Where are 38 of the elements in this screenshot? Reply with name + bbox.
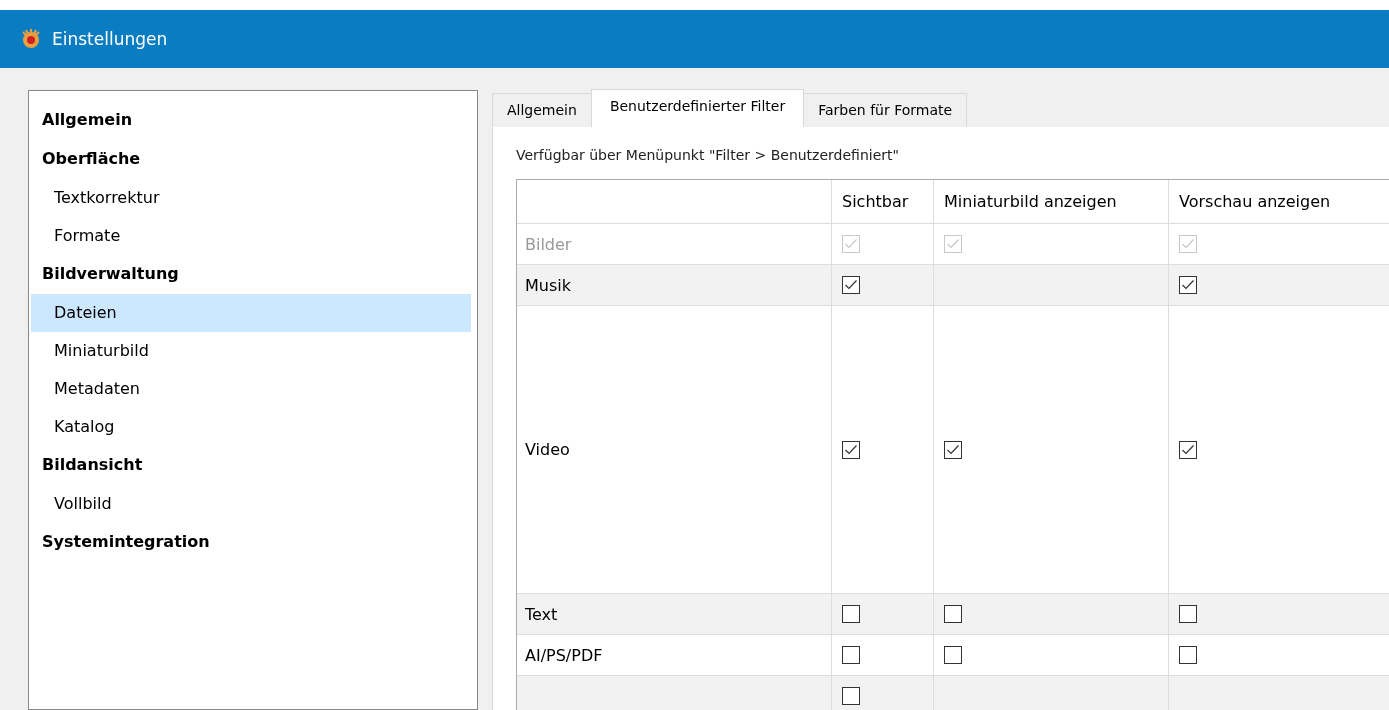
sidebar-item[interactable]: Oberfläche (31, 140, 471, 179)
tab[interactable]: Benutzerdefinierter Filter (590, 89, 805, 127)
window-title: Einstellungen (52, 29, 168, 49)
column-header: Vorschau anzeigen (1178, 191, 1332, 213)
checkbox[interactable] (1179, 605, 1197, 623)
checkbox[interactable] (944, 440, 962, 459)
checkbox[interactable] (842, 646, 860, 664)
tab[interactable]: Farben für Formate (803, 93, 968, 127)
sidebar-item[interactable]: Dateien (31, 294, 471, 332)
sidebar-item[interactable]: Katalog (31, 408, 471, 446)
checkbox[interactable] (944, 646, 962, 664)
row-label: Bilder (525, 234, 572, 254)
checkbox[interactable] (1179, 276, 1197, 294)
description-text: Verfügbar über Menüpunkt "Filter > Benutzerdefiniert" (516, 147, 900, 163)
row-label: Musik (525, 275, 571, 295)
checkbox[interactable] (944, 605, 962, 623)
sidebar-item[interactable]: Systemintegration (31, 523, 471, 562)
sidebar-item[interactable]: Allgemein (31, 101, 471, 140)
eye-logo-icon (20, 28, 42, 50)
sidebar-item[interactable]: Vollbild (31, 485, 471, 523)
column-header: Miniaturbild anzeigen (934, 180, 1169, 223)
checkbox[interactable] (1179, 646, 1197, 664)
sidebar-item[interactable]: Bildansicht (31, 446, 471, 485)
sidebar-item[interactable]: Metadaten (31, 370, 471, 408)
tab[interactable]: Allgemein (492, 93, 592, 127)
sidebar-item[interactable]: Bildverwaltung (31, 255, 471, 294)
column-header: Sichtbar (832, 180, 934, 223)
sidebar-item[interactable]: Miniaturbild (31, 332, 471, 370)
checkbox[interactable] (842, 605, 860, 623)
sidebar-item[interactable]: Textkorrektur (31, 179, 471, 217)
row-label: Text (525, 604, 558, 624)
checkbox[interactable] (842, 276, 860, 294)
sidebar-item[interactable]: Formate (31, 217, 471, 255)
row-label: AI/PS/PDF (525, 645, 603, 665)
row-label: Video (525, 440, 570, 459)
checkbox[interactable] (842, 687, 860, 705)
checkbox[interactable] (842, 440, 860, 459)
checkbox[interactable] (1179, 440, 1197, 459)
